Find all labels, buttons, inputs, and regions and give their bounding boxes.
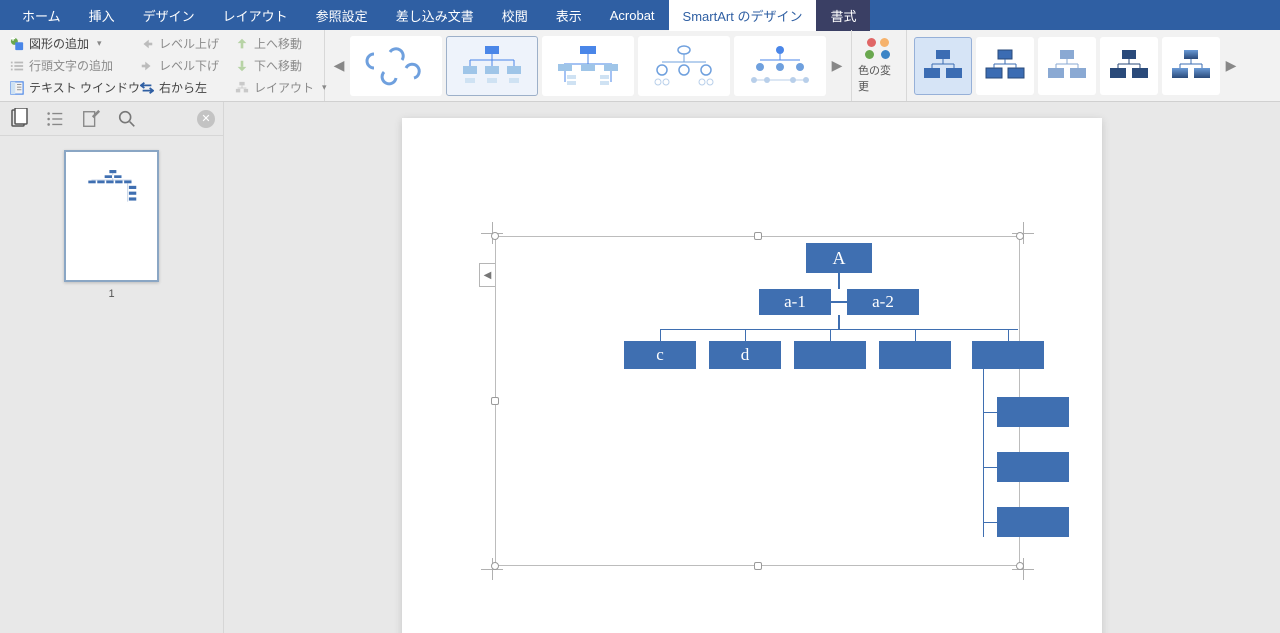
styles-gallery: ▶ [907,30,1245,101]
demote-label: レベル下げ [159,57,219,74]
node-l3-3[interactable] [879,341,951,369]
layout-option-4[interactable] [638,36,730,96]
style-option-4[interactable] [1100,37,1158,95]
text-pane-button[interactable]: テキスト ウインドウ [8,78,122,98]
thumbnail-list: 1 [0,136,223,633]
layout-icon [235,81,249,95]
style-option-1[interactable] [914,37,972,95]
smartart-selection[interactable]: ◀ A a-1 a-2 [495,236,1020,566]
demote-button[interactable]: レベル下げ [138,56,217,76]
layout-menu-label: レイアウト [254,79,314,96]
node-l3-4[interactable] [972,341,1044,369]
ribbon-tabs: ホーム 挿入 デザイン レイアウト 参照設定 差し込み文書 校閲 表示 Acro… [0,0,1280,30]
tab-insert[interactable]: 挿入 [75,0,129,31]
move-down-label: 下へ移動 [254,57,302,74]
node-a2[interactable]: a-2 [847,289,919,315]
color-dots-icon [865,38,893,62]
arrow-down-icon [235,59,249,73]
page: ◀ A a-1 a-2 [402,118,1102,633]
layout-menu-button[interactable]: レイアウト▾ [233,78,316,98]
tab-references[interactable]: 参照設定 [302,0,382,31]
document-canvas[interactable]: ◀ A a-1 a-2 [224,102,1280,633]
gallery-prev[interactable]: ◀ [330,36,348,96]
add-shape-label: 図形の追加 [29,35,89,52]
style-option-5[interactable] [1162,37,1220,95]
move-down-button[interactable]: 下へ移動 [233,56,316,76]
edit-view-icon[interactable] [80,108,102,130]
search-icon[interactable] [116,108,138,130]
change-colors-label: 色の変更 [858,62,900,94]
layout-option-1[interactable] [350,36,442,96]
workspace: ✕ [0,102,1280,633]
add-bullet-button[interactable]: 行頭文字の追加 [8,56,122,76]
add-bullet-label: 行頭文字の追加 [29,57,113,74]
add-shape-icon [10,37,24,51]
navigation-pane: ✕ [0,102,224,633]
node-hang-1[interactable] [997,452,1069,482]
tab-smartart-design[interactable]: SmartArt のデザイン [669,0,817,31]
style-option-3[interactable] [1038,37,1096,95]
text-pane-label: テキスト ウインドウ [29,79,140,96]
node-d[interactable]: d [709,341,781,369]
tab-home[interactable]: ホーム [8,0,75,31]
arrow-right-icon [140,59,154,73]
node-hang-0[interactable] [997,397,1069,427]
close-pane-icon[interactable]: ✕ [197,110,215,128]
layout-option-2[interactable] [446,36,538,96]
style-option-2[interactable] [976,37,1034,95]
promote-label: レベル上げ [159,35,219,52]
rtl-label: 右から左 [159,79,207,96]
page-thumbnail-1[interactable] [64,150,159,282]
promote-button[interactable]: レベル上げ [138,34,217,54]
tab-view[interactable]: 表示 [542,0,596,31]
node-root[interactable]: A [806,243,872,273]
arrow-up-icon [235,37,249,51]
ribbon: 図形の追加▾ 行頭文字の追加 テキスト ウインドウ レベル上げ レベル下げ 右か… [0,30,1280,102]
node-a1[interactable]: a-1 [759,289,831,315]
thumbnail-page-number: 1 [10,288,213,300]
rtl-button[interactable]: 右から左 [138,78,217,98]
tab-design[interactable]: デザイン [129,0,209,31]
text-pane-icon [10,81,24,95]
tab-mailings[interactable]: 差し込み文書 [382,0,488,31]
node-l3-2[interactable] [794,341,866,369]
outline-view-icon[interactable] [44,108,66,130]
layout-gallery: ◀ ▶ [325,30,852,101]
pane-toolbar: ✕ [0,102,223,136]
move-up-button[interactable]: 上へ移動 [233,34,316,54]
styles-more[interactable]: ▶ [1222,36,1240,96]
tab-acrobat[interactable]: Acrobat [596,2,669,29]
layout-option-3[interactable] [542,36,634,96]
bullet-icon [10,59,24,73]
tab-format[interactable]: 書式 [816,0,870,31]
text-pane-toggle[interactable]: ◀ [479,263,495,287]
node-hang-2[interactable] [997,507,1069,537]
pages-view-icon[interactable] [8,108,30,130]
move-up-label: 上へ移動 [254,35,302,52]
add-shape-button[interactable]: 図形の追加▾ [8,34,122,54]
gallery-next[interactable]: ▶ [828,36,846,96]
swap-icon [140,81,154,95]
tab-review[interactable]: 校閲 [488,0,542,31]
arrow-left-icon [140,37,154,51]
smartart-graphic[interactable]: A a-1 a-2 c d [496,237,1021,567]
tab-layout[interactable]: レイアウト [209,0,302,31]
node-c[interactable]: c [624,341,696,369]
layout-option-5[interactable] [734,36,826,96]
change-colors-button[interactable]: 色の変更 [852,30,907,101]
